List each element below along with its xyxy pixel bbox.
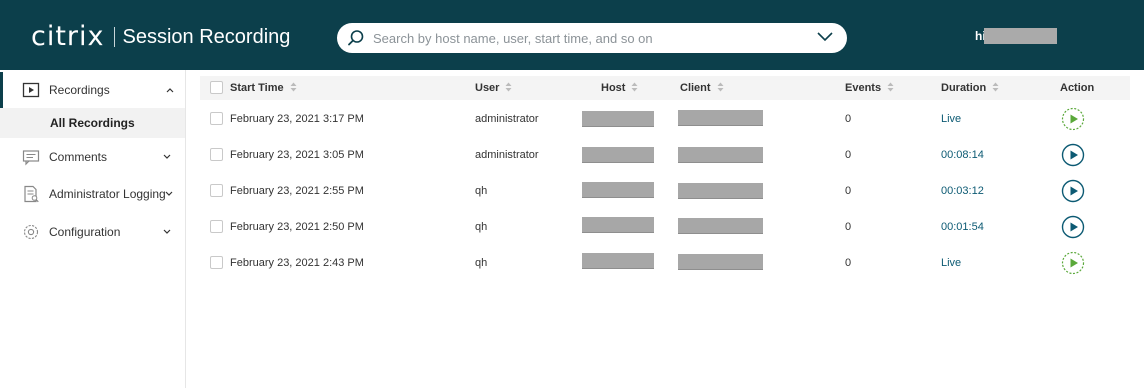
column-header-client[interactable]: Client xyxy=(680,82,724,95)
duration-cell: Live xyxy=(941,257,962,269)
sidebar: Recordings All Recordings Comments Admin… xyxy=(0,70,186,388)
sort-icon xyxy=(887,82,894,92)
start-time-cell: February 23, 2021 2:50 PM xyxy=(230,221,364,233)
redacted-client xyxy=(678,218,763,234)
row-checkbox[interactable] xyxy=(210,112,223,125)
sort-icon xyxy=(505,82,512,92)
comment-icon xyxy=(22,150,40,166)
brand-divider xyxy=(113,27,115,47)
sidebar-item-label: Configuration xyxy=(49,225,121,239)
start-time-cell: February 23, 2021 2:55 PM xyxy=(230,185,364,197)
table-row[interactable]: February 23, 2021 3:05 PM administrator … xyxy=(200,137,1130,173)
column-header-start-time[interactable]: Start Time xyxy=(230,82,297,95)
user-cell: qh xyxy=(475,257,488,269)
duration-cell: Live xyxy=(941,113,962,125)
table-row[interactable]: February 23, 2021 2:50 PM qh 0 00:01:54 xyxy=(200,209,1130,245)
user-cell: administrator xyxy=(475,113,539,125)
table-row[interactable]: February 23, 2021 2:43 PM qh 0 Live xyxy=(200,245,1130,281)
duration-cell: 00:01:54 xyxy=(941,221,984,233)
redacted-host xyxy=(582,182,654,198)
sidebar-subitem-all-recordings[interactable]: All Recordings xyxy=(0,108,185,138)
play-icon[interactable] xyxy=(1061,215,1085,239)
events-cell: 0 xyxy=(845,113,852,125)
redacted-host xyxy=(582,217,654,233)
events-cell: 0 xyxy=(845,185,852,197)
select-all-checkbox[interactable] xyxy=(210,81,223,94)
live-play-icon[interactable] xyxy=(1061,251,1085,275)
row-checkbox[interactable] xyxy=(210,148,223,161)
sidebar-subitem-label: All Recordings xyxy=(50,116,135,130)
log-document-icon xyxy=(24,185,39,203)
table-row[interactable]: February 23, 2021 2:55 PM qh 0 00:03:12 xyxy=(200,173,1130,209)
redacted-username xyxy=(984,28,1057,44)
user-cell: qh xyxy=(475,221,488,233)
redacted-host xyxy=(582,147,654,163)
duration-cell: 00:03:12 xyxy=(941,185,984,197)
table-row[interactable]: February 23, 2021 3:17 PM administrator … xyxy=(200,101,1130,137)
redacted-host xyxy=(582,253,654,269)
column-header-user[interactable]: User xyxy=(475,82,512,95)
table-header: Start Time User Host Client Events Durat… xyxy=(200,76,1130,100)
row-checkbox[interactable] xyxy=(210,220,223,233)
column-header-duration[interactable]: Duration xyxy=(941,82,999,95)
sort-icon xyxy=(290,82,297,92)
play-icon[interactable] xyxy=(1061,179,1085,203)
citrix-logo: citrix xyxy=(31,21,105,52)
sidebar-item-label: Recordings xyxy=(49,83,110,97)
user-cell: administrator xyxy=(475,149,539,161)
redacted-client xyxy=(678,110,763,126)
row-checkbox[interactable] xyxy=(210,256,223,269)
start-time-cell: February 23, 2021 3:05 PM xyxy=(230,149,364,161)
redacted-client xyxy=(678,183,763,199)
top-header: citrix Session Recording hi xyxy=(0,0,1144,70)
redacted-client xyxy=(678,254,763,270)
sidebar-item-administrator-logging[interactable]: Administrator Logging xyxy=(0,176,185,212)
chevron-down-icon[interactable] xyxy=(817,31,833,43)
sidebar-item-recordings[interactable]: Recordings xyxy=(0,72,185,108)
sort-icon xyxy=(631,82,638,92)
column-header-action: Action xyxy=(1060,82,1095,94)
chevron-down-icon[interactable] xyxy=(162,228,172,236)
events-cell: 0 xyxy=(845,257,852,269)
events-cell: 0 xyxy=(845,221,852,233)
chevron-down-icon[interactable] xyxy=(164,190,174,198)
product-title: Session Recording xyxy=(122,26,291,48)
sidebar-item-configuration[interactable]: Configuration xyxy=(0,214,185,250)
start-time-cell: February 23, 2021 2:43 PM xyxy=(230,257,364,269)
redacted-client xyxy=(678,147,763,163)
duration-cell: 00:08:14 xyxy=(941,149,984,161)
row-checkbox[interactable] xyxy=(210,184,223,197)
events-cell: 0 xyxy=(845,149,852,161)
gear-icon xyxy=(23,224,39,240)
sort-icon xyxy=(717,82,724,92)
column-header-events[interactable]: Events xyxy=(845,82,894,95)
user-cell: qh xyxy=(475,185,488,197)
sort-icon xyxy=(992,82,999,92)
chevron-up-icon[interactable] xyxy=(165,86,175,94)
search-input[interactable] xyxy=(373,27,803,49)
sidebar-item-comments[interactable]: Comments xyxy=(0,139,185,175)
start-time-cell: February 23, 2021 3:17 PM xyxy=(230,113,364,125)
column-header-host[interactable]: Host xyxy=(601,82,638,95)
chevron-down-icon[interactable] xyxy=(162,153,172,161)
live-play-icon[interactable] xyxy=(1061,107,1085,131)
play-box-icon xyxy=(22,82,40,98)
redacted-host xyxy=(582,111,654,127)
sidebar-item-label: Comments xyxy=(49,150,108,164)
search-bar[interactable] xyxy=(337,23,847,53)
sidebar-item-label: Administrator Logging xyxy=(49,187,166,201)
search-icon xyxy=(348,30,364,46)
play-icon[interactable] xyxy=(1061,143,1085,167)
brand: citrix Session Recording xyxy=(31,22,290,52)
